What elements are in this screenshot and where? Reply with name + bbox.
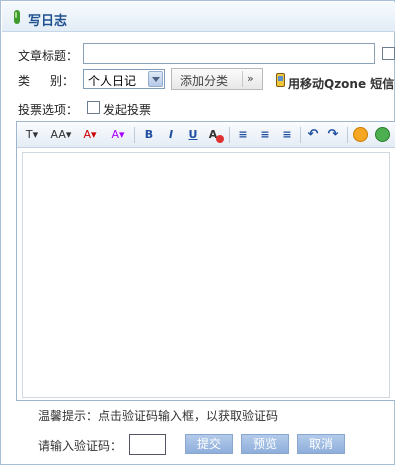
vote-checkbox-label: 发起投票 [103,103,152,117]
more-arrow-icon[interactable]: » [247,72,254,85]
submit-button[interactable]: 提交 [185,434,233,454]
underline-icon[interactable]: U [186,126,200,144]
emoticon-icon[interactable] [353,127,368,142]
mobile-phone-icon [276,73,285,87]
title-label: 文章标题： [18,49,79,63]
redo-icon[interactable]: ↷ [326,126,340,144]
align-center-icon[interactable]: ≡ [258,126,272,144]
captcha-tip: 温馨提示：点击验证码输入框，以获取验证码 [38,409,279,423]
highlight-icon[interactable]: A▾ [109,126,127,144]
captcha-input[interactable] [129,434,166,455]
add-category-label: 添加分类 [180,74,229,88]
category-select[interactable]: 个人日记 [83,69,165,89]
align-left-icon[interactable]: ≡ [236,126,250,144]
diary-window: 写日志 文章标题： 类 别： 个人日记 添加分类 » 用移动Qzone 短信 投… [0,0,395,465]
option-checkbox[interactable] [382,47,395,60]
rich-text-editor: T▾ AA▾ A▾ A▾ B I U A ≡ ≡ ≡ ↶ ↷ [16,121,395,401]
category-selected-value: 个人日记 [88,74,137,88]
italic-icon[interactable]: I [164,126,178,144]
mobile-qzone-link[interactable]: 用移动Qzone 短信 [288,75,394,92]
font-size-icon[interactable]: AA▾ [49,126,73,144]
toolbar-divider [300,127,301,143]
font-color-icon[interactable]: A▾ [81,126,99,144]
align-right-icon[interactable]: ≡ [280,126,294,144]
category-label-part2: 别： [50,74,75,88]
chevron-down-icon[interactable] [148,71,163,87]
cancel-button[interactable]: 取消 [297,434,345,454]
page-title: 写日志 [28,14,68,29]
button-divider [242,71,243,87]
category-label-part1: 类 [18,74,31,88]
toolbar-divider [229,127,230,143]
insert-image-icon[interactable] [375,127,390,142]
captcha-label: 请输入验证码： [38,439,123,453]
toolbar-divider [347,127,348,143]
vote-checkbox[interactable] [87,101,100,114]
font-family-icon[interactable]: T▾ [23,126,41,144]
add-category-button[interactable]: 添加分类 » [171,68,263,90]
editor-toolbar: T▾ AA▾ A▾ A▾ B I U A ≡ ≡ ≡ ↶ ↷ [17,122,395,148]
toolbar-divider [134,127,135,143]
preview-button[interactable]: 预览 [241,434,289,454]
header-bar: 写日志 [2,2,395,32]
vote-label: 投票选项： [18,103,79,117]
leaf-icon [14,10,20,24]
undo-icon[interactable]: ↶ [306,126,320,144]
editor-content-area[interactable] [22,152,390,398]
clear-format-badge-icon [216,135,224,143]
title-input[interactable] [83,43,375,64]
bold-icon[interactable]: B [142,126,156,144]
